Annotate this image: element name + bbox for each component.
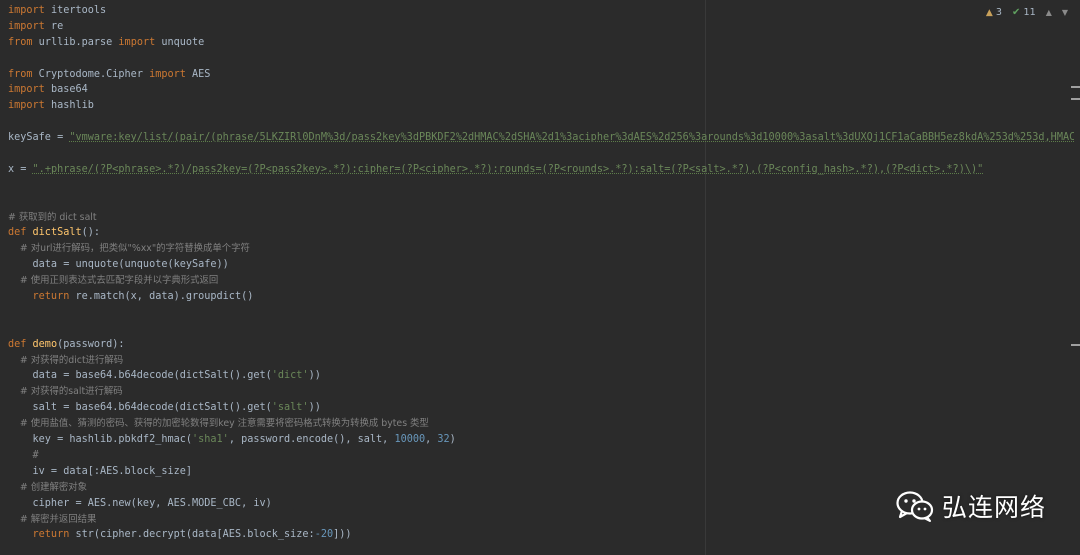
code-line: iv = data[:AES.block_size]	[8, 464, 1074, 480]
code-text: )	[449, 434, 456, 446]
keyword: import	[149, 68, 186, 80]
wechat-icon	[896, 491, 934, 522]
comment: # 使用盐值、猜测的密码、获得的加密轮数得到key 注意需要将密码格式转换为转换…	[8, 418, 429, 430]
comment: # 对获得的salt进行解码	[8, 386, 123, 398]
number-literal: -20	[314, 529, 334, 541]
code-text: ,	[425, 434, 438, 446]
string-literal: 'salt'	[271, 402, 309, 414]
code-text: , password.encode(), salt,	[228, 434, 395, 446]
code-editor[interactable]: ▲ 3 ✔ 11 ▲ ▼ ⊟import itertools import re…	[0, 0, 1080, 555]
code-text: urllib.parse	[32, 36, 119, 48]
string-literal: "vmware:key/list/(pair/(phrase/5LKZIRl0D…	[69, 132, 1074, 144]
string-literal: 'sha1'	[192, 434, 229, 446]
code-text: ))	[308, 370, 321, 382]
keyword: return	[8, 529, 70, 541]
number-literal: 32	[437, 434, 450, 446]
string-literal: 'dict'	[271, 370, 309, 382]
code-line: ⊟ return re.match(x, data).groupdict()	[8, 289, 1074, 305]
code-text: re	[44, 20, 64, 32]
code-line: ⊟def demo(password):	[8, 337, 1074, 353]
regex-literal: ".+phrase/(?P<phrase>.*?)/pass2key=(?P<p…	[32, 163, 984, 175]
code-line: ⊟import hashlib	[8, 98, 1074, 114]
number-literal: 10000	[394, 434, 426, 446]
function-name: demo	[26, 338, 58, 350]
code-text: ():	[81, 227, 101, 239]
code-line: # 对获得的salt进行解码	[8, 384, 1074, 400]
comment: # 创建解密对象	[8, 481, 88, 493]
code-text: base64	[44, 84, 88, 96]
code-text: Cryptodome.Cipher	[32, 68, 150, 80]
code-line: key = hashlib.pbkdf2_hmac('sha1', passwo…	[8, 432, 1074, 448]
code-line: ⊟def dictSalt():	[8, 225, 1074, 241]
code-text: str(cipher.decrypt(data[AES.block_size:	[69, 529, 315, 541]
keyword: import	[118, 36, 156, 48]
code-line: data = base64.b64decode(dictSalt().get('…	[8, 368, 1074, 384]
code-text: x =	[8, 163, 33, 175]
comment: #	[8, 449, 39, 461]
keyword: import	[8, 5, 45, 16]
code-text: AES	[185, 68, 211, 80]
code-line: # 对获得的dict进行解码	[8, 353, 1074, 369]
function-name: dictSalt	[26, 227, 82, 239]
code-line: import base64	[8, 82, 1074, 98]
code-line: ⊟ return str(cipher.decrypt(data[AES.blo…	[8, 527, 1074, 543]
code-area[interactable]: ⊟import itertools import re from urllib.…	[8, 3, 1074, 543]
code-line: x = ".+phrase/(?P<phrase>.*?)/pass2key=(…	[8, 162, 1074, 178]
comment: # 解密并返回结果	[8, 513, 97, 525]
code-text: key = hashlib.pbkdf2_hmac(	[8, 434, 193, 446]
keyword: def	[8, 338, 27, 350]
code-line: data = unquote(unquote(keySafe))	[8, 257, 1074, 273]
keyword: import	[8, 84, 45, 96]
keyword: import	[8, 20, 45, 32]
code-line: import re	[8, 19, 1074, 35]
code-text: cipher = AES.new(key, AES.MODE_CBC, iv)	[8, 497, 272, 509]
code-line: # 获取到的 dict salt	[8, 210, 1074, 226]
comment: # 对url进行解码，把类似"%xx"的字符替换成单个字符	[8, 243, 250, 255]
code-line: from Cryptodome.Cipher import AES	[8, 67, 1074, 83]
keyword: from	[8, 36, 33, 48]
code-text: itertools	[44, 5, 107, 16]
code-text: ))	[308, 402, 321, 414]
comment: # 获取到的 dict salt	[8, 211, 97, 223]
code-line: # 对url进行解码，把类似"%xx"的字符替换成单个字符	[8, 241, 1074, 257]
code-text: data = unquote(unquote(keySafe))	[8, 259, 229, 271]
watermark: 弘连网络	[896, 488, 1046, 524]
code-line: # 使用正则表达式去匹配字段并以字典形式返回	[8, 273, 1074, 289]
code-line: salt = base64.b64decode(dictSalt().get('…	[8, 400, 1074, 416]
keyword: from	[8, 68, 33, 80]
code-line: # 使用盐值、猜测的密码、获得的加密轮数得到key 注意需要将密码格式转换为转换…	[8, 416, 1074, 432]
code-text: ]))	[333, 529, 352, 541]
code-text: data = base64.b64decode(dictSalt().get(	[8, 370, 272, 382]
keyword: return	[8, 291, 70, 303]
code-text: hashlib	[44, 100, 94, 112]
code-text: iv = data[:AES.block_size]	[8, 465, 193, 477]
code-text: salt = base64.b64decode(dictSalt().get(	[8, 402, 272, 414]
code-line: from urllib.parse import unquote	[8, 35, 1074, 51]
code-text: unquote	[155, 36, 205, 48]
code-line: #	[8, 448, 1074, 464]
code-line: ⊟import itertools	[8, 3, 1074, 19]
watermark-text: 弘连网络	[941, 493, 1046, 522]
code-text: re.match(x, data).groupdict()	[69, 291, 254, 303]
code-text: keySafe =	[8, 132, 70, 144]
code-text: (password):	[57, 338, 125, 350]
keyword: def	[8, 227, 27, 239]
keyword: import	[8, 100, 45, 112]
comment: # 对获得的dict进行解码	[8, 354, 124, 366]
code-line: keySafe = "vmware:key/list/(pair/(phrase…	[8, 130, 1074, 146]
comment: # 使用正则表达式去匹配字段并以字典形式返回	[8, 275, 219, 287]
